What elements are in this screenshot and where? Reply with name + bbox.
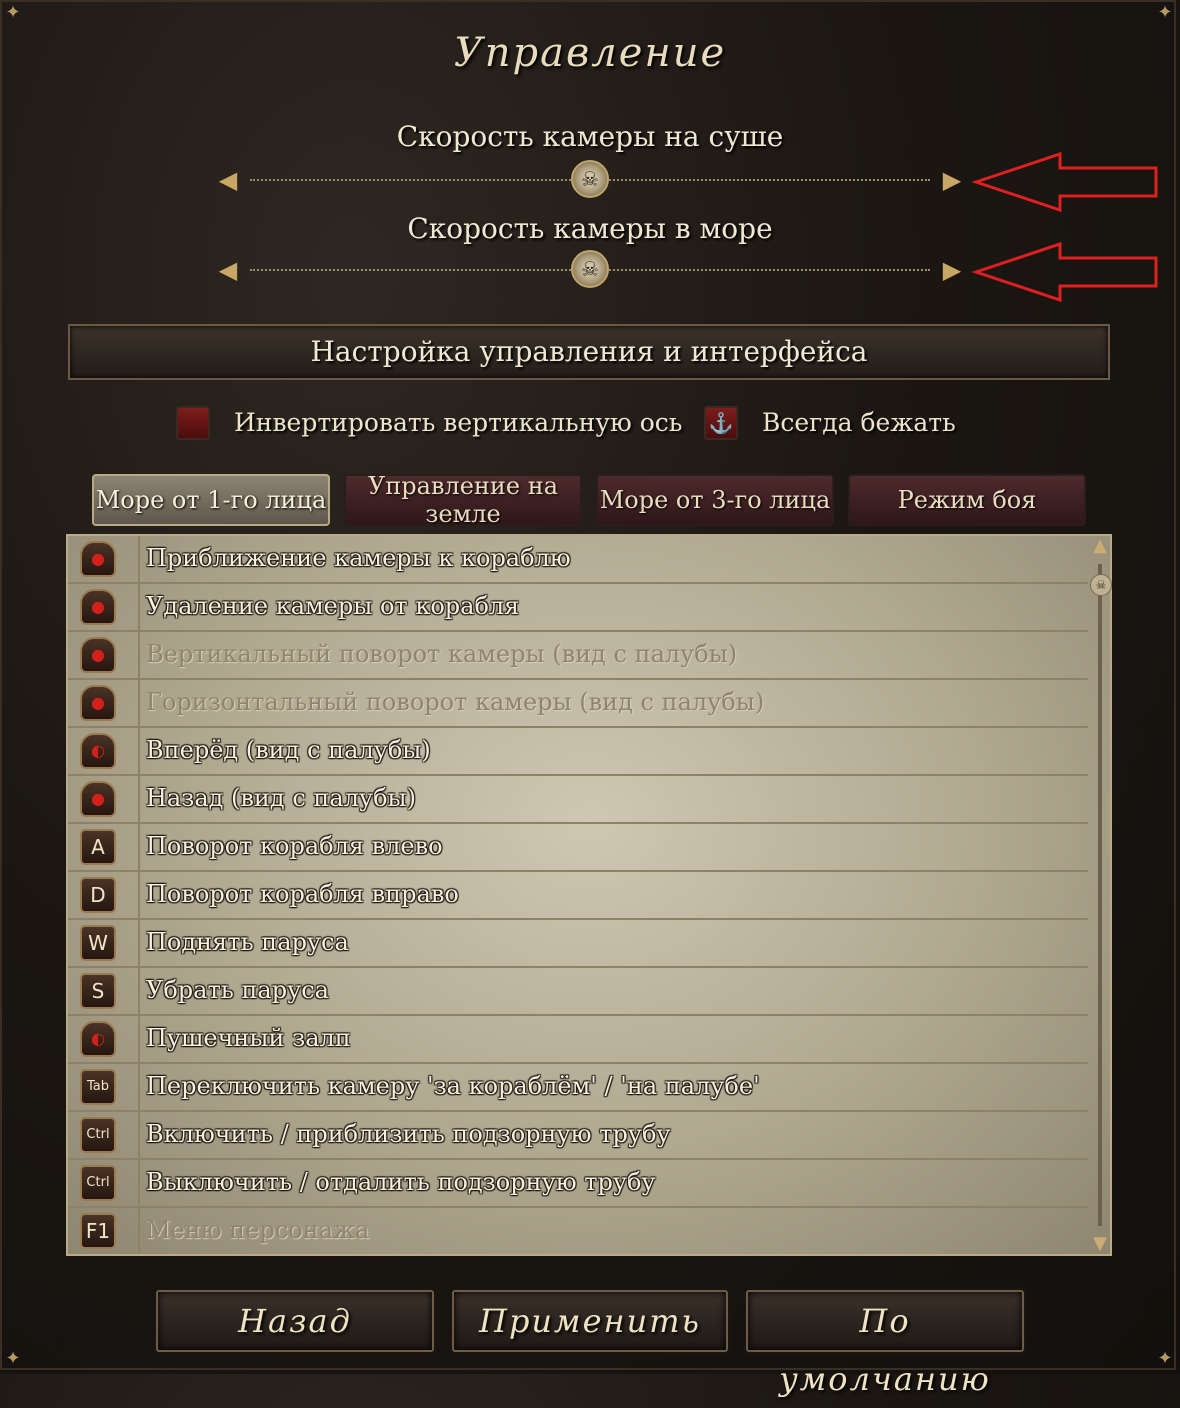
slider-left-arrow-icon[interactable]: ◀ [210,256,246,284]
list-item[interactable]: D Поворот корабля вправо [68,872,1088,920]
annotation-arrow-icon [972,151,1158,213]
slider-left-arrow-icon[interactable]: ◀ [210,166,246,194]
key-cell[interactable]: ◐ [68,1016,140,1062]
back-button[interactable]: Назад [156,1290,434,1352]
key-badge[interactable]: F1 [80,1213,116,1249]
list-item[interactable]: Ctrl Выключить / отдалить подзорную трубу [68,1160,1088,1208]
list-item[interactable]: ◐ Пушечный залп [68,1016,1088,1064]
always-run-label: Всегда бежать [762,408,956,437]
list-item[interactable]: F1 Меню персонажа [68,1208,1088,1254]
key-badge[interactable]: D [80,877,116,913]
action-label: Поворот корабля влево [146,832,443,860]
list-item[interactable]: ● Приближение камеры к кораблю [68,536,1088,584]
land-camera-speed-label: Скорость камеры на суше [396,120,784,153]
action-label: Вертикальный поворот камеры (вид с палуб… [146,640,738,668]
action-label: Убрать паруса [146,976,329,1004]
key-cell[interactable]: A [68,824,140,870]
mouse-wheel-icon[interactable]: ● [80,781,116,817]
scroll-up-icon[interactable]: ▲ [1088,534,1112,558]
action-label: Удаление камеры от корабля [146,592,520,620]
mouse-wheel-icon[interactable]: ● [80,589,116,625]
action-label: Поворот корабля вправо [146,880,459,908]
action-label: Назад (вид с палубы) [146,784,416,812]
key-cell[interactable]: ● [68,536,140,582]
key-cell[interactable]: D [68,872,140,918]
key-cell[interactable]: ● [68,680,140,726]
key-badge[interactable]: Tab [80,1069,116,1105]
action-label: Вперёд (вид с палубы) [146,736,431,764]
list-item[interactable]: Tab Переключить камеру 'за кораблём' / 'н… [68,1064,1088,1112]
action-label: Горизонтальный поворот камеры (вид с пал… [146,688,765,716]
action-label: Приближение камеры к кораблю [146,544,571,572]
tab-1[interactable]: Море от 1-го лица [92,474,330,526]
list-item[interactable]: W Поднять паруса [68,920,1088,968]
slider-right-arrow-icon[interactable]: ▶ [934,256,970,284]
action-label: Включить / приблизить подзорную трубу [146,1120,671,1148]
key-badge[interactable]: Ctrl [80,1117,116,1153]
action-label: Пушечный залп [146,1024,351,1052]
key-cell[interactable]: ◐ [68,728,140,774]
list-item[interactable]: Ctrl Включить / приблизить подзорную труб… [68,1112,1088,1160]
land-camera-speed-slider[interactable]: ◀ ☠ ▶ [210,160,970,198]
action-label: Меню персонажа [146,1216,370,1244]
list-item[interactable]: ● Удаление камеры от корабля [68,584,1088,632]
key-cell[interactable]: F1 [68,1208,140,1254]
list-item[interactable]: A Поворот корабля влево [68,824,1088,872]
corner-ornament-icon: ✦ [1157,1348,1173,1369]
corner-ornament-icon: ✦ [1157,2,1173,23]
section-header: Настройка управления и интерфейса [68,324,1110,380]
sea-camera-speed-slider[interactable]: ◀ ☠ ▶ [210,250,970,288]
scroll-down-icon[interactable]: ▼ [1088,1232,1112,1256]
key-cell[interactable]: S [68,968,140,1014]
list-item[interactable]: ● Горизонтальный поворот камеры (вид с па… [68,680,1088,728]
list-item[interactable]: ● Назад (вид с палубы) [68,776,1088,824]
scroll-thumb-icon[interactable]: ☠ [1090,574,1112,596]
anchor-icon: ⚓ [708,411,734,435]
action-label: Поднять паруса [146,928,349,956]
list-item[interactable]: ● Вертикальный поворот камеры (вид с палу… [68,632,1088,680]
scroll-rail[interactable] [1098,564,1102,1226]
invert-axis-label: Инвертировать вертикальную ось [234,408,683,437]
invert-axis-checkbox[interactable] [176,406,210,440]
default-button[interactable]: По умолчанию [746,1290,1024,1398]
key-cell[interactable]: ● [68,584,140,630]
mouse-left-icon[interactable]: ◐ [80,1021,116,1057]
mouse-wheel-icon[interactable]: ● [80,685,116,721]
key-badge[interactable]: A [80,829,116,865]
action-label: Выключить / отдалить подзорную трубу [146,1168,656,1196]
mouse-wheel-icon[interactable]: ● [80,637,116,673]
key-cell[interactable]: ● [68,632,140,678]
list-item[interactable]: ◐ Вперёд (вид с палубы) [68,728,1088,776]
apply-button[interactable]: Применить [452,1290,728,1352]
key-badge[interactable]: W [80,925,116,961]
skull-knob-icon[interactable]: ☠ [571,250,609,288]
scrollbar[interactable]: ▲ ☠ ▼ [1088,534,1112,1256]
tab-3[interactable]: Море от 3-го лица [596,474,834,526]
key-badge[interactable]: S [80,973,116,1009]
tab-2[interactable]: Управление на земле [344,472,582,528]
skull-knob-icon[interactable]: ☠ [571,160,609,198]
action-label: Переключить камеру 'за кораблём' / 'на п… [146,1072,760,1100]
corner-ornament-icon: ✦ [5,1348,21,1369]
key-cell[interactable]: Tab [68,1064,140,1110]
slider-right-arrow-icon[interactable]: ▶ [934,166,970,194]
mouse-wheel-icon[interactable]: ● [80,541,116,577]
key-cell[interactable]: Ctrl [68,1160,140,1206]
bindings-list[interactable]: ● Приближение камеры к кораблю ● Удаление к… [66,534,1112,1256]
page-title: Управление [453,30,727,76]
key-cell[interactable]: Ctrl [68,1112,140,1158]
key-badge[interactable]: Ctrl [80,1165,116,1201]
tab-4[interactable]: Режим боя [848,474,1086,526]
key-cell[interactable]: W [68,920,140,966]
list-item[interactable]: S Убрать паруса [68,968,1088,1016]
key-cell[interactable]: ● [68,776,140,822]
annotation-arrow-icon [972,241,1158,303]
mouse-left-icon[interactable]: ◐ [80,733,116,769]
always-run-checkbox[interactable]: ⚓ [704,406,738,440]
corner-ornament-icon: ✦ [5,2,21,23]
